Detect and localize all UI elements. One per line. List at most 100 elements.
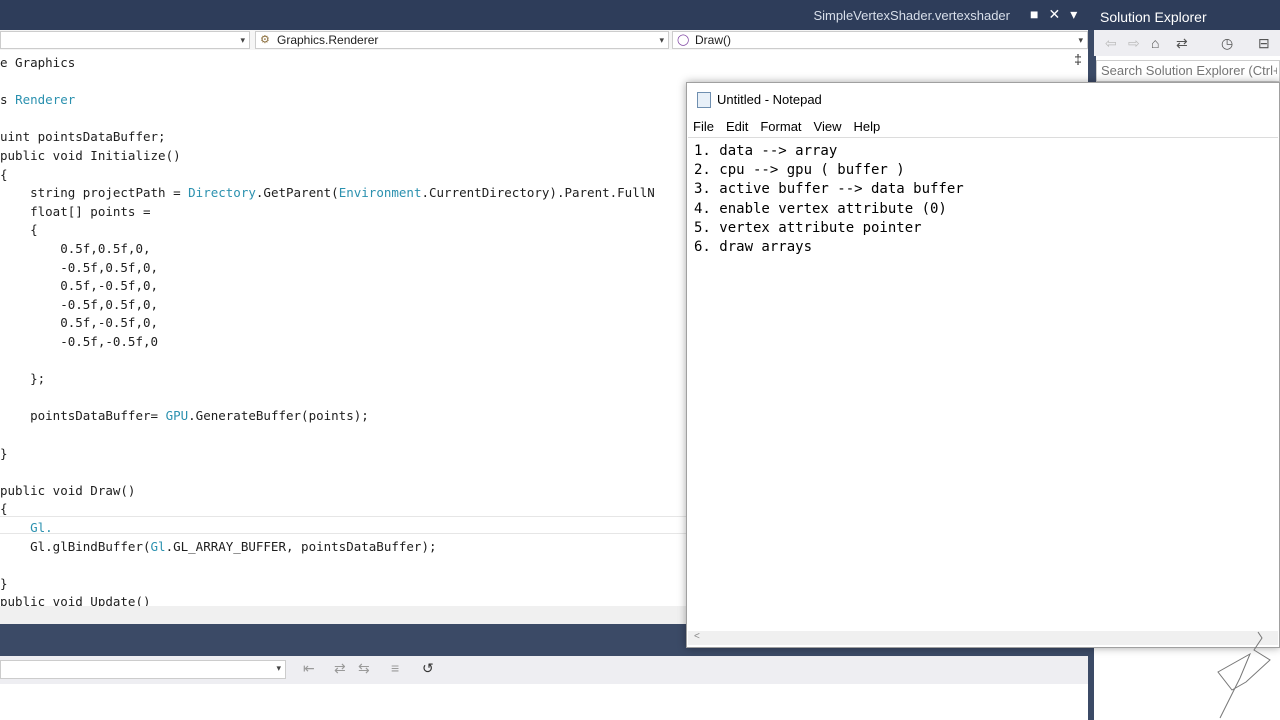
code-line: -0.5f,0.5f,0, [0,296,158,314]
type-token: Gl [150,538,166,554]
member-dropdown[interactable]: ◯ Draw() ▾ [672,31,1088,49]
next-message-icon[interactable]: ⇆ [358,660,370,677]
class-dropdown-value: Graphics.Renderer [277,33,379,47]
pen-sketch-icon [1217,631,1271,719]
collapse-icon[interactable]: ⊟ [1258,35,1270,52]
notepad-icon [697,92,711,108]
chevron-down-icon: ▾ [659,35,664,45]
pin-icon[interactable]: ■ [1030,6,1038,23]
close-icon[interactable]: ✕ [1048,6,1060,23]
code-line: }; [0,370,45,388]
back-icon[interactable]: ⇦ [1105,35,1117,52]
code-line: { [0,166,8,184]
code-token: 0.5f,0.5f,0, [0,241,151,256]
notepad-text-area[interactable]: 1. data --> array 2. cpu --> gpu ( buffer… [688,137,1278,633]
code-token: float[] points = [0,203,151,219]
notepad-horizontal-scrollbar[interactable]: < [688,631,1278,645]
document-tab-title[interactable]: SimpleVertexShader.vertexshader [813,8,1010,23]
code-token: } [0,575,8,591]
code-line: e Graphics [0,54,75,72]
type-token: Directory [188,185,256,201]
current-line-highlight [0,516,688,534]
type-token: Environment [338,185,422,201]
code-token: string projectPath = [0,185,189,201]
code-token: e Graphics [0,55,76,70]
class-icon: ⚙ [260,34,270,46]
code-token: .GetParent( [255,185,339,201]
code-token: { [0,222,38,238]
code-line: { [0,221,38,239]
menu-item-file[interactable]: File [687,117,720,137]
notepad-line: 3. active buffer --> data buffer [694,181,964,198]
code-line: } [0,575,8,593]
menu-item-format[interactable]: Format [754,117,807,137]
chevron-down-icon: ▾ [240,35,245,45]
code-token: s [0,92,16,108]
code-token: public void Initialize() [0,148,181,163]
code-line: -0.5f,0.5f,0, [0,259,158,277]
notepad-titlebar[interactable]: Untitled - Notepad [687,83,1279,115]
code-token: public void Draw() [0,482,136,498]
menu-item-edit[interactable]: Edit [720,117,754,137]
type-token: GPU [165,408,189,424]
code-line: s Renderer [0,91,75,109]
previous-message-icon[interactable]: ⇄ [334,660,346,677]
project-dropdown[interactable]: ▾ [0,31,250,49]
type-token: Gl. [30,520,53,535]
code-token: } [0,445,8,461]
code-token: Gl.glBindBuffer( [0,538,151,554]
output-source-dropdown[interactable]: ▾ [0,660,286,679]
notepad-line: 6. draw arrays [694,239,813,255]
chevron-down-icon: ▾ [1078,35,1083,45]
code-line: Gl. [0,519,53,537]
notepad-menu-bar: File Edit Format View Help [687,117,1279,137]
code-token: uint pointsDataBuffer; [0,129,166,145]
notepad-line: 5. vertex attribute pointer [694,219,922,236]
member-dropdown-value: Draw() [695,33,731,47]
chevron-down-icon[interactable]: ▾ [1070,6,1077,23]
type-token: Renderer [15,92,76,108]
notepad-line: 1. data --> array [694,143,838,159]
code-token: -0.5f,0.5f,0, [0,296,159,312]
code-token: -0.5f,0.5f,0, [0,259,159,275]
tab-controls: ■ ✕ ▾ [1030,6,1077,23]
code-token: { [0,501,8,517]
notepad-title: Untitled - Notepad [717,92,822,107]
code-line: 0.5f,-0.5f,0, [0,277,158,295]
notepad-window[interactable]: Untitled - Notepad File Edit Format View Hel… [686,82,1280,648]
code-line: Gl.glBindBuffer(Gl.GL_ARRAY_BUFFER, poin… [0,538,437,556]
code-line: 0.5f,-0.5f,0, [0,314,158,332]
solution-search-box[interactable] [1096,60,1280,82]
code-line: uint pointsDataBuffer; [0,128,166,146]
code-line: pointsDataBuffer= GPU.GenerateBuffer(poi… [0,407,369,425]
code-token: .GenerateBuffer(points); [188,408,369,424]
code-token: 0.5f,-0.5f,0, [0,278,159,294]
forward-icon[interactable]: ⇨ [1128,35,1140,52]
scroll-left-icon[interactable]: < [694,631,700,642]
split-editor-icon[interactable]: ‡ [1068,51,1088,71]
code-line: } [0,445,8,463]
chevron-down-icon: ▾ [276,663,281,673]
menu-item-help[interactable]: Help [847,117,886,137]
code-line: string projectPath = Directory.GetParent… [0,184,655,202]
menu-item-view[interactable]: View [808,117,848,137]
home-icon[interactable]: ⌂ [1151,35,1159,51]
code-token: 0.5f,-0.5f,0, [0,315,159,331]
code-token: .GL_ARRAY_BUFFER, pointsDataBuffer); [165,538,437,554]
output-panel[interactable] [0,684,1090,720]
navigation-bar: ▾ ⚙ Graphics.Renderer ▾ ◯ Draw() ▾ [0,30,1090,51]
notepad-line: 2. cpu --> gpu ( buffer ) [694,162,905,179]
code-token: pointsDataBuffer= [0,408,166,424]
code-line: 0.5f,0.5f,0, [0,240,151,258]
find-message-icon[interactable]: ⇤ [303,660,315,677]
solution-explorer-title: Solution Explorer [1100,9,1207,25]
class-dropdown[interactable]: ⚙ Graphics.Renderer ▾ [255,31,669,49]
solution-search-input[interactable] [1101,63,1277,78]
word-wrap-icon[interactable]: ↺ [422,660,434,677]
code-token: }; [0,371,46,387]
clear-all-icon[interactable]: ≡ [391,660,399,676]
code-line: -0.5f,-0.5f,0 [0,333,158,351]
sync-icon[interactable]: ⇄ [1176,35,1188,52]
history-icon[interactable]: ◷ [1221,35,1233,52]
